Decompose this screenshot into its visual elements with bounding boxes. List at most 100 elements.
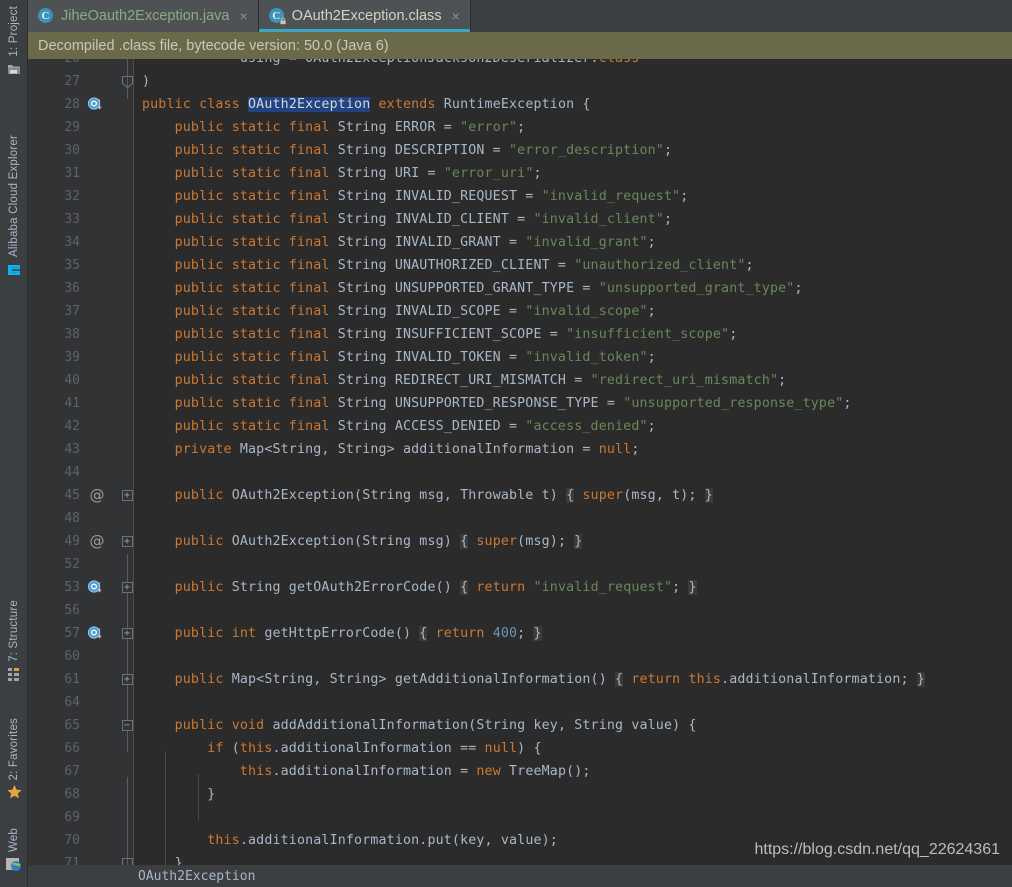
- fold-expand-icon[interactable]: +: [118, 530, 136, 553]
- fold-expand-icon[interactable]: +: [118, 576, 136, 599]
- code-line[interactable]: 61 + public Map<String, String> getAdditi…: [28, 668, 1012, 691]
- code-line[interactable]: 42 public static final String ACCESS_DEN…: [28, 415, 1012, 438]
- code-line[interactable]: 36 public static final String UNSUPPORTE…: [28, 277, 1012, 300]
- line-number: 26: [28, 59, 80, 66]
- line-number: 69: [64, 810, 80, 825]
- tab-close-icon[interactable]: ×: [238, 9, 248, 23]
- line-number: 52: [64, 557, 80, 572]
- code-line[interactable]: 31 public static final String URI = "err…: [28, 162, 1012, 185]
- line-number: 64: [64, 695, 80, 710]
- line-number: 66: [64, 741, 80, 756]
- alibaba-cloud-icon: [5, 262, 23, 283]
- sidebar-item-alibaba-cloud-explorer[interactable]: Alibaba Cloud Explorer: [0, 135, 28, 283]
- editor-column: C JiheOauth2Exception.java × C OAuth2Exc…: [28, 0, 1012, 887]
- line-number: 38: [64, 327, 80, 342]
- line-number: 32: [64, 189, 80, 204]
- line-number: 30: [64, 143, 80, 158]
- globe-icon: [5, 856, 23, 877]
- code-line[interactable]: 66 if (this.additionalInformation == nul…: [28, 737, 1012, 760]
- code-line[interactable]: 45 @ + public OAuth2Exception(String msg, …: [28, 484, 1012, 507]
- code-text: public static final String INVALID_CLIEN…: [174, 212, 673, 227]
- sidebar-item-project-label: 1: Project: [8, 6, 20, 57]
- code-line[interactable]: 67 this.additionalInformation = new Tree…: [28, 760, 1012, 783]
- sidebar-item-favorites-label: 2: Favorites: [8, 718, 20, 781]
- code-line[interactable]: 27): [28, 70, 1012, 93]
- code-text: ): [142, 74, 151, 89]
- line-number: 57: [64, 626, 80, 641]
- code-line[interactable]: 56: [28, 599, 1012, 622]
- implemented-method-icon[interactable]: [87, 96, 107, 113]
- line-number: 40: [64, 373, 80, 388]
- fold-expand-icon[interactable]: +: [118, 668, 136, 691]
- sidebar-item-web-label: Web: [8, 828, 20, 853]
- code-text: public OAuth2Exception(String msg) { sup…: [174, 534, 583, 549]
- implemented-method-icon[interactable]: [87, 579, 107, 596]
- fold-collapse-icon[interactable]: −: [118, 714, 136, 737]
- tab-bar-empty-space: [470, 0, 1012, 32]
- sidebar-item-structure-label: 7: Structure: [8, 600, 20, 662]
- code-line[interactable]: 28 public class OAuth2Exception extends R…: [28, 93, 1012, 116]
- code-line[interactable]: 33 public static final String INVALID_CL…: [28, 208, 1012, 231]
- code-editor[interactable]: 26 using = OAuth2ExceptionJackson2Deseri…: [28, 59, 1012, 887]
- fold-end-marker-icon[interactable]: [118, 70, 136, 93]
- line-number: 56: [64, 603, 80, 618]
- code-text: public static final String DESCRIPTION =…: [174, 143, 673, 158]
- implemented-method-icon[interactable]: [87, 625, 107, 642]
- java-class-icon: C: [38, 8, 54, 24]
- fold-expand-icon[interactable]: +: [118, 622, 136, 645]
- tab-oauth2exception-class[interactable]: C OAuth2Exception.class ×: [258, 0, 471, 32]
- code-text: public void addAdditionalInformation(Str…: [174, 718, 697, 733]
- code-line[interactable]: 44: [28, 461, 1012, 484]
- decompiled-notification-bar: Decompiled .class file, bytecode version…: [28, 32, 1012, 59]
- tab-jihe-oauth2exception-java[interactable]: C JiheOauth2Exception.java ×: [28, 0, 259, 32]
- sidebar-item-web[interactable]: Web: [0, 828, 28, 877]
- code-line[interactable]: 35 public static final String UNAUTHORIZ…: [28, 254, 1012, 277]
- code-line[interactable]: 38 public static final String INSUFFICIE…: [28, 323, 1012, 346]
- code-line[interactable]: 30 public static final String DESCRIPTIO…: [28, 139, 1012, 162]
- code-line[interactable]: 65 − public void addAdditionalInformation…: [28, 714, 1012, 737]
- breadcrumb[interactable]: OAuth2Exception: [28, 865, 1012, 887]
- code-line[interactable]: 49 @ + public OAuth2Exception(String msg) …: [28, 530, 1012, 553]
- fold-expand-icon[interactable]: +: [118, 484, 136, 507]
- code-line[interactable]: 60: [28, 645, 1012, 668]
- gutter-separator: [133, 59, 134, 887]
- line-number: 45: [64, 488, 80, 503]
- notification-text: Decompiled .class file, bytecode version…: [38, 37, 389, 54]
- code-text: }: [142, 787, 216, 802]
- line-number: 60: [64, 649, 80, 664]
- code-line[interactable]: 26 using = OAuth2ExceptionJackson2Deseri…: [28, 59, 1012, 70]
- code-line[interactable]: 53 + public String getOAuth2ErrorCode() {…: [28, 576, 1012, 599]
- code-text: public Map<String, String> getAdditional…: [174, 672, 925, 687]
- code-text: public static final String REDIRECT_URI_…: [174, 373, 787, 388]
- code-text: public OAuth2Exception(String msg, Throw…: [174, 488, 713, 503]
- breadcrumb-label: OAuth2Exception: [138, 868, 256, 884]
- sidebar-item-favorites[interactable]: 2: Favorites: [0, 718, 28, 806]
- code-line[interactable]: 52: [28, 553, 1012, 576]
- code-line[interactable]: 41 public static final String UNSUPPORTE…: [28, 392, 1012, 415]
- code-line[interactable]: 32 public static final String INVALID_RE…: [28, 185, 1012, 208]
- sidebar-item-project[interactable]: 1: Project: [0, 6, 28, 82]
- tab-close-icon[interactable]: ×: [451, 9, 461, 23]
- code-line[interactable]: 29 public static final String ERROR = "e…: [28, 116, 1012, 139]
- code-text: public String getOAuth2ErrorCode() { ret…: [174, 580, 697, 595]
- code-line[interactable]: 69: [28, 806, 1012, 829]
- sidebar-item-alibaba-cloud-explorer-label: Alibaba Cloud Explorer: [8, 135, 20, 258]
- line-number: 61: [64, 672, 80, 687]
- override-annotation-icon[interactable]: @: [90, 534, 105, 549]
- editor-tab-bar: C JiheOauth2Exception.java × C OAuth2Exc…: [28, 0, 1012, 32]
- line-number: 33: [64, 212, 80, 227]
- override-annotation-icon[interactable]: @: [90, 488, 105, 503]
- code-line[interactable]: 43 private Map<String, String> additiona…: [28, 438, 1012, 461]
- code-line[interactable]: 34 public static final String INVALID_GR…: [28, 231, 1012, 254]
- star-icon: [6, 784, 23, 806]
- line-number: 29: [64, 120, 80, 135]
- code-line[interactable]: 64: [28, 691, 1012, 714]
- code-line[interactable]: 48: [28, 507, 1012, 530]
- code-line[interactable]: 39 public static final String INVALID_TO…: [28, 346, 1012, 369]
- code-line[interactable]: 68 }: [28, 783, 1012, 806]
- code-line[interactable]: 57 + public int getHttpErrorCode() { retu…: [28, 622, 1012, 645]
- scrollbar-marker-column[interactable]: [1000, 59, 1012, 887]
- sidebar-item-structure[interactable]: 7: Structure: [0, 600, 28, 687]
- code-line[interactable]: 40 public static final String REDIRECT_U…: [28, 369, 1012, 392]
- code-line[interactable]: 37 public static final String INVALID_SC…: [28, 300, 1012, 323]
